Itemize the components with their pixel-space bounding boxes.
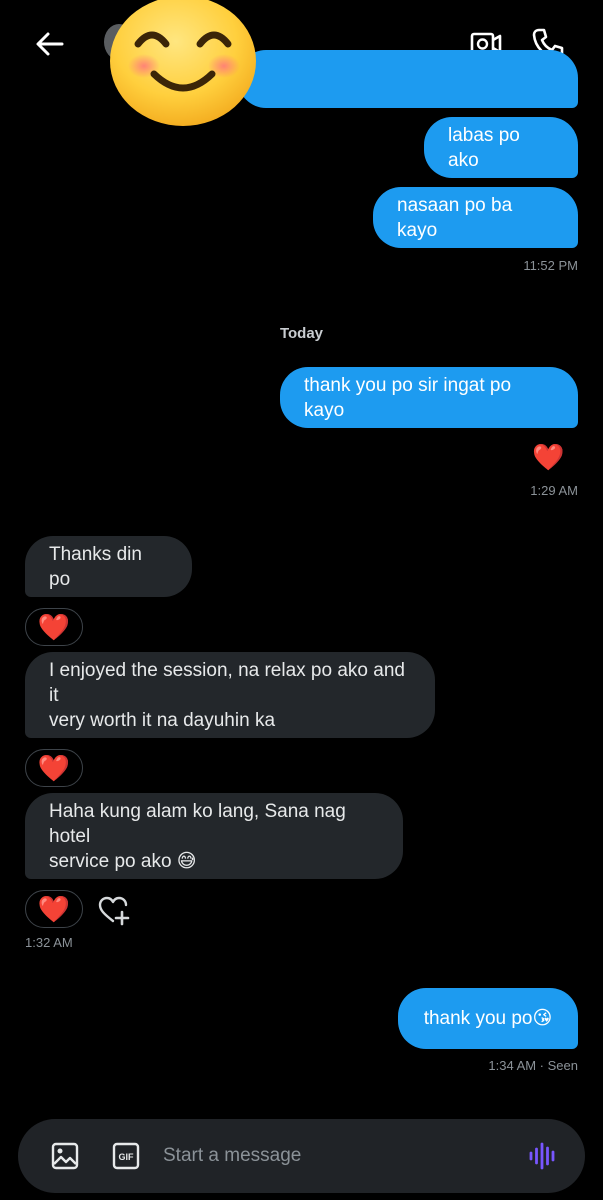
message-text-line: very worth it na dayuhin ka bbox=[49, 709, 276, 731]
message-bubble-incoming[interactable]: Haha kung alam ko lang, Sana nag hotel s… bbox=[25, 793, 403, 879]
message-timestamp: 1:29 AM bbox=[530, 483, 578, 498]
message-timestamp: 1:32 AM bbox=[25, 935, 73, 950]
arrow-left-icon bbox=[36, 32, 64, 56]
message-text: thank you po😘 bbox=[423, 1008, 553, 1029]
gif-icon: GIF bbox=[112, 1142, 140, 1170]
message-input[interactable] bbox=[163, 1137, 503, 1175]
message-bubble-incoming[interactable]: I enjoyed the session, na relax po ako a… bbox=[25, 652, 435, 738]
heart-reaction[interactable]: ❤️ bbox=[25, 890, 83, 928]
message-text: Thanks din po bbox=[49, 543, 142, 590]
message-timestamp-seen: 1:34 AM · Seen bbox=[488, 1058, 578, 1073]
message-text: thank you po sir ingat po kayo bbox=[304, 374, 512, 421]
heart-reaction[interactable]: ❤️ bbox=[25, 608, 83, 646]
add-gif-button[interactable]: GIF bbox=[112, 1142, 140, 1170]
back-button[interactable] bbox=[34, 28, 66, 60]
message-text: nasaan po ba kayo bbox=[397, 194, 513, 241]
message-text-line: I enjoyed the session, na relax po ako a… bbox=[49, 659, 405, 706]
heart-reaction[interactable]: ❤️ bbox=[25, 749, 83, 787]
gif-label: GIF bbox=[119, 1152, 135, 1162]
message-timestamp: 11:52 PM bbox=[523, 258, 578, 273]
message-bubble-outgoing[interactable]: thank you po😘 bbox=[398, 988, 578, 1049]
heart-reaction[interactable]: ❤️ bbox=[532, 442, 564, 472]
message-bubble-outgoing[interactable]: nasaan po ba kayo bbox=[373, 187, 578, 248]
message-text-line: Haha kung alam ko lang, Sana nag hotel bbox=[49, 800, 346, 847]
message-text: labas po ako bbox=[448, 124, 520, 171]
message-bubble-incoming[interactable]: Thanks din po bbox=[25, 536, 192, 597]
voice-wave-icon bbox=[529, 1142, 555, 1170]
message-text-line: service po ako 😅 bbox=[49, 850, 197, 872]
add-reaction-button[interactable] bbox=[98, 896, 130, 926]
add-image-button[interactable] bbox=[50, 1141, 80, 1171]
voice-message-button[interactable] bbox=[528, 1141, 558, 1171]
day-separator: Today bbox=[279, 325, 324, 342]
smiling-face-emoji-sticker bbox=[110, 0, 256, 126]
message-bubble-outgoing[interactable]: labas po ako bbox=[424, 117, 578, 178]
heart-plus-icon bbox=[98, 896, 130, 926]
message-bubble-outgoing[interactable] bbox=[238, 50, 578, 108]
message-composer: GIF bbox=[18, 1119, 585, 1193]
image-icon bbox=[51, 1142, 79, 1170]
message-bubble-outgoing[interactable]: thank you po sir ingat po kayo bbox=[280, 367, 578, 428]
